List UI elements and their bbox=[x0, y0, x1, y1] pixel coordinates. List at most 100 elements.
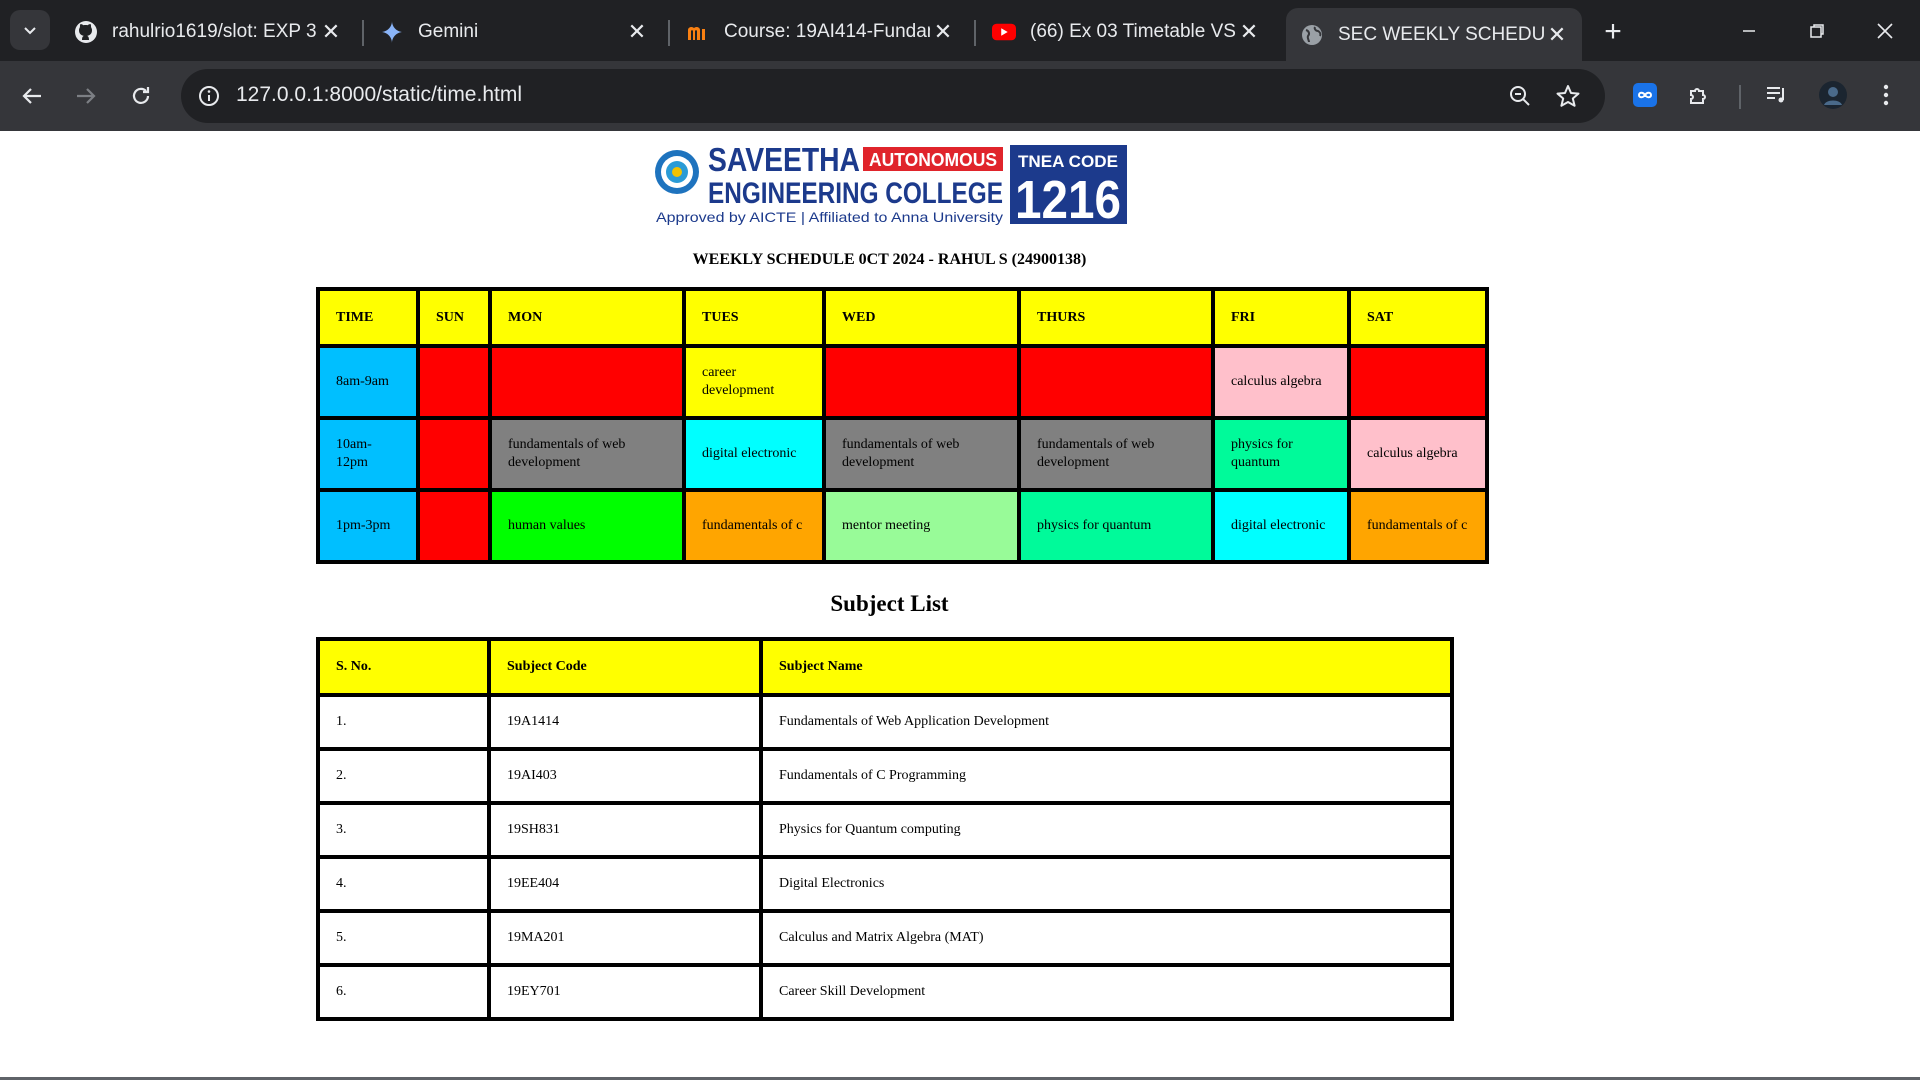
college-logo: SAVEETHA AUTONOMOUS ENGINEERING COLLEGE … bbox=[655, 142, 1127, 226]
schedule-header-cell: MON bbox=[488, 287, 686, 348]
address-bar[interactable]: 127.0.0.1:8000/static/time.html bbox=[181, 69, 1605, 123]
subject-header-cell: Subject Code bbox=[487, 637, 763, 697]
subject-sno-cell: 6. bbox=[316, 963, 491, 1021]
subject-name-cell: Fundamentals of C Programming bbox=[759, 747, 1454, 805]
schedule-cell: calculus algebra bbox=[1347, 416, 1489, 492]
subject-header-row: S. No. Subject Code Subject Name bbox=[316, 637, 1454, 697]
gemini-icon bbox=[380, 20, 404, 44]
restore-button[interactable] bbox=[1784, 0, 1850, 61]
media-queue-icon[interactable] bbox=[1759, 77, 1795, 113]
schedule-cell: physics for quantum bbox=[1017, 488, 1215, 564]
schedule-header-row: TIME SUN MON TUES WED THURS FRI SAT bbox=[316, 287, 1489, 348]
tab-strip: rahulrio1619/slot: EXP 3 ✕ Gemini ✕ Cour… bbox=[0, 0, 1920, 61]
autonomous-badge-label: AUTONOMOUS bbox=[869, 150, 997, 170]
avatar[interactable] bbox=[1815, 77, 1851, 113]
info-icon[interactable] bbox=[195, 82, 223, 110]
extension-infinity-icon[interactable] bbox=[1627, 77, 1663, 113]
subject-sno-cell: 4. bbox=[316, 855, 491, 913]
subject-row: 4. 19EE404 Digital Electronics bbox=[316, 855, 1454, 913]
schedule-cell: human values bbox=[488, 488, 686, 564]
tab-search-button[interactable] bbox=[10, 10, 50, 50]
minimize-button[interactable] bbox=[1716, 0, 1782, 61]
schedule-row: 10am-12pm fundamentals of web developmen… bbox=[316, 416, 1489, 492]
tab-title: Course: 19AI414-Fundam bbox=[724, 21, 930, 42]
close-tab-icon[interactable]: ✕ bbox=[1236, 19, 1262, 45]
schedule-cell: calculus algebra bbox=[1211, 344, 1351, 420]
tab-title: (66) Ex 03 Timetable VS C bbox=[1030, 21, 1236, 42]
more-menu-icon[interactable] bbox=[1868, 77, 1904, 113]
tab-course[interactable]: Course: 19AI414-Fundam ✕ bbox=[672, 10, 968, 54]
schedule-header-cell: SUN bbox=[416, 287, 492, 348]
tab-sec-weekly-schedule[interactable]: SEC WEEKLY SCHEDULE ✕ bbox=[1286, 8, 1582, 61]
subject-sno-cell: 1. bbox=[316, 693, 491, 751]
subject-row: 1. 19A1414 Fundamentals of Web Applicati… bbox=[316, 693, 1454, 751]
bookmark-star-icon[interactable] bbox=[1553, 81, 1583, 111]
subject-list-title: Subject List bbox=[830, 591, 949, 616]
schedule-cell: digital electronic bbox=[682, 416, 826, 492]
back-button[interactable] bbox=[12, 76, 52, 116]
tab-separator bbox=[668, 20, 670, 46]
schedule-cell: fundamentals of c bbox=[682, 488, 826, 564]
schedule-cell bbox=[416, 344, 492, 420]
close-tab-icon[interactable]: ✕ bbox=[930, 19, 956, 45]
schedule-cell bbox=[1017, 344, 1215, 420]
weekly-schedule-table: TIME SUN MON TUES WED THURS FRI SAT 8am-… bbox=[316, 287, 1489, 564]
tab-youtube[interactable]: (66) Ex 03 Timetable VS C ✕ bbox=[978, 10, 1274, 54]
schedule-header-cell: THURS bbox=[1017, 287, 1215, 348]
reload-button[interactable] bbox=[121, 76, 161, 116]
subject-sno-cell: 5. bbox=[316, 909, 491, 967]
tnea-code-label: TNEA CODE bbox=[1018, 152, 1118, 171]
schedule-header-cell: FRI bbox=[1211, 287, 1351, 348]
minimize-icon bbox=[1743, 29, 1755, 32]
tab-separator bbox=[362, 20, 364, 46]
close-window-button[interactable] bbox=[1852, 0, 1918, 61]
tab-separator bbox=[974, 20, 976, 46]
zoom-icon[interactable] bbox=[1505, 81, 1535, 111]
subject-code-cell: 19EY701 bbox=[487, 963, 763, 1021]
subject-header-cell: S. No. bbox=[316, 637, 491, 697]
time-slot-cell: 1pm-3pm bbox=[316, 488, 420, 564]
new-tab-button[interactable]: + bbox=[1595, 14, 1631, 50]
subject-name-cell: Career Skill Development bbox=[759, 963, 1454, 1021]
tab-title: rahulrio1619/slot: EXP 3 bbox=[112, 21, 317, 42]
subject-header-cell: Subject Name bbox=[759, 637, 1454, 697]
subject-row: 2. 19AI403 Fundamentals of C Programming bbox=[316, 747, 1454, 805]
moodle-icon bbox=[686, 20, 710, 44]
globe-icon bbox=[1300, 23, 1324, 47]
schedule-cell: fundamentals of web development bbox=[822, 416, 1021, 492]
schedule-cell bbox=[416, 488, 492, 564]
subject-code-cell: 19EE404 bbox=[487, 855, 763, 913]
toolbar-separator bbox=[1739, 85, 1741, 109]
schedule-cell: mentor meeting bbox=[822, 488, 1021, 564]
subject-code-cell: 19A1414 bbox=[487, 693, 763, 751]
close-icon bbox=[1877, 22, 1893, 39]
tab-title: SEC WEEKLY SCHEDULE bbox=[1338, 23, 1544, 45]
github-icon bbox=[74, 20, 98, 44]
time-slot-cell: 8am-9am bbox=[316, 344, 420, 420]
close-tab-icon[interactable]: ✕ bbox=[318, 19, 344, 45]
schedule-cell bbox=[416, 416, 492, 492]
subject-row: 6. 19EY701 Career Skill Development bbox=[316, 963, 1454, 1021]
forward-button[interactable] bbox=[66, 76, 106, 116]
schedule-cell: fundamentals of c bbox=[1347, 488, 1489, 564]
subject-name-cell: Digital Electronics bbox=[759, 855, 1454, 913]
schedule-row: 1pm-3pm human values fundamentals of c m… bbox=[316, 488, 1489, 564]
subject-sno-cell: 2. bbox=[316, 747, 491, 805]
schedule-header-cell: SAT bbox=[1347, 287, 1489, 348]
subject-code-cell: 19MA201 bbox=[487, 909, 763, 967]
tab-title: Gemini bbox=[418, 21, 479, 42]
close-tab-icon[interactable]: ✕ bbox=[624, 19, 650, 45]
tab-github[interactable]: rahulrio1619/slot: EXP 3 ✕ bbox=[60, 10, 356, 54]
logo-name-line1: SAVEETHA bbox=[708, 142, 860, 178]
logo-tagline: Approved by AICTE | Affiliated to Anna U… bbox=[656, 209, 1003, 225]
close-tab-icon[interactable]: ✕ bbox=[1544, 22, 1570, 48]
url-text[interactable]: 127.0.0.1:8000/static/time.html bbox=[236, 83, 522, 107]
tab-gemini[interactable]: Gemini ✕ bbox=[366, 10, 662, 54]
youtube-icon bbox=[992, 20, 1016, 44]
subject-code-cell: 19AI403 bbox=[487, 747, 763, 805]
college-emblem-icon bbox=[655, 150, 699, 194]
schedule-cell: physics for quantum bbox=[1211, 416, 1351, 492]
extensions-puzzle-icon[interactable] bbox=[1681, 77, 1717, 113]
schedule-cell: fundamentals of web development bbox=[488, 416, 686, 492]
browser-toolbar: 127.0.0.1:8000/static/time.html bbox=[0, 61, 1920, 131]
